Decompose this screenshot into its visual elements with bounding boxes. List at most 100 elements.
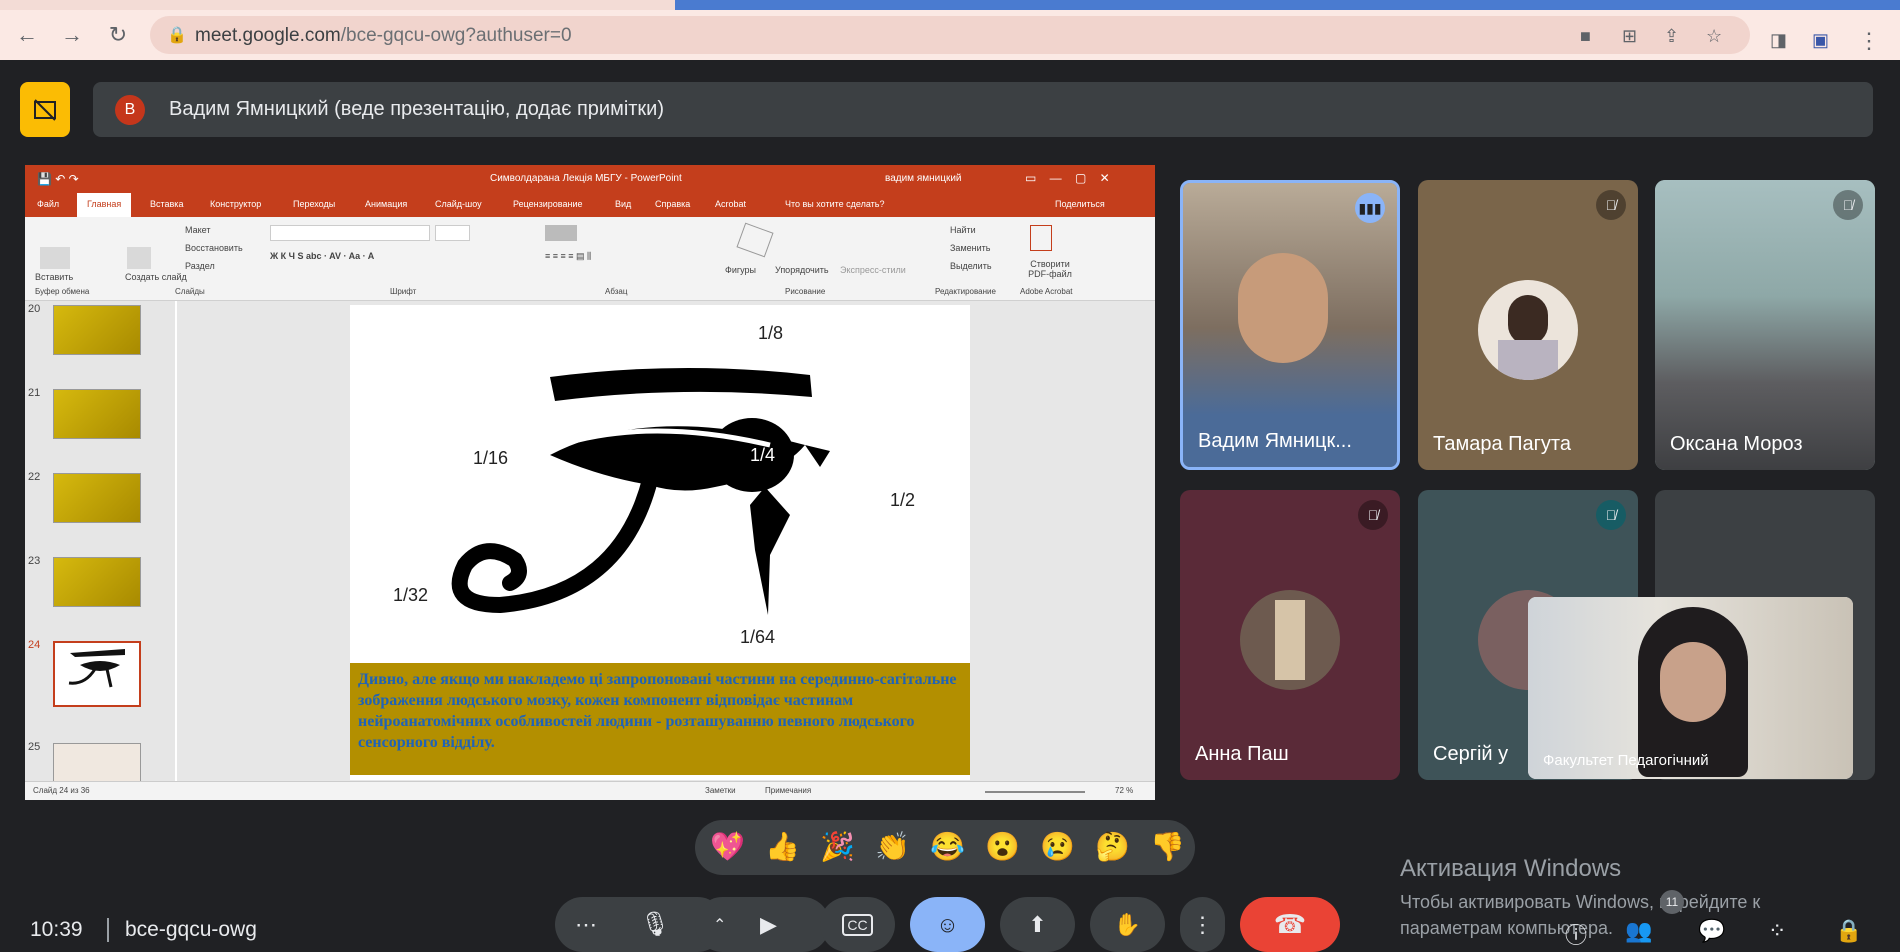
reaction-heart-button[interactable]: 💖 <box>710 830 745 863</box>
arrange-button[interactable]: Упорядочить <box>775 265 829 275</box>
reaction-sad-button[interactable]: 😢 <box>1040 830 1075 863</box>
emoji-button[interactable]: ☺ <box>910 897 985 952</box>
hangup-icon: ☎ <box>1273 909 1307 939</box>
camera-icon[interactable]: ■ <box>1580 26 1591 47</box>
back-icon[interactable]: ← <box>12 20 42 50</box>
captions-button[interactable]: CC <box>820 897 895 952</box>
new-slide-button[interactable]: Создать слайд <box>125 272 187 282</box>
url-text: meet.google.com/bce-gqcu-owg?authuser=0 <box>195 25 572 46</box>
reset-button[interactable]: Восстановить <box>185 243 243 253</box>
reaction-thumbsup-button[interactable]: 👍 <box>765 830 800 863</box>
participant-name: Вадим Ямницк... <box>1198 430 1352 452</box>
zoom-slider[interactable] <box>985 791 1085 793</box>
replace-button[interactable]: Заменить <box>950 243 990 253</box>
ppt-tab-active[interactable]: Главная <box>77 193 132 217</box>
translate-icon[interactable]: ⊞ <box>1622 26 1637 47</box>
ppt-tell-me[interactable]: Что вы хотите сделать? <box>785 199 885 209</box>
activities-icon[interactable]: ⁘ <box>1768 918 1786 944</box>
ppt-tab[interactable]: Анимация <box>365 199 407 209</box>
ppt-tab[interactable]: Вид <box>615 199 631 209</box>
participant-tile[interactable]: ▮▮▮ Вадим Ямницк... <box>1180 180 1400 470</box>
speaking-indicator-icon: ▮▮▮ <box>1355 193 1385 223</box>
ppt-tab[interactable]: Вставка <box>150 199 183 209</box>
quick-styles-button[interactable]: Экспресс-стили <box>840 265 906 275</box>
paragraph-buttons[interactable]: ≡ ≡ ≡ ≡ ▤ ⫼ <box>545 251 591 262</box>
video-camera-icon[interactable]: ▶︎ <box>760 912 777 938</box>
ppt-tab[interactable]: Рецензирование <box>513 199 583 209</box>
participant-tile[interactable]: 🎙̸ Тамара Пагута <box>1418 180 1638 470</box>
create-pdf-button[interactable]: Створити PDF-файл <box>1020 259 1080 279</box>
select-button[interactable]: Выделить <box>950 261 992 271</box>
mic-off-icon: 🎙̸ <box>1596 190 1626 220</box>
presentation-pin-button[interactable] <box>20 82 70 137</box>
ppt-tab[interactable]: Справка <box>655 199 690 209</box>
slide-caption: Дивно, але якщо ми накладемо ці запропон… <box>350 663 970 775</box>
host-controls-icon[interactable]: 🔒 <box>1835 918 1862 944</box>
slide-counter: Слайд 24 из 36 <box>33 786 90 795</box>
participant-name: Сергій у <box>1433 743 1509 765</box>
self-view[interactable]: Факультет Педагогічний <box>1528 597 1853 779</box>
paste-button[interactable]: Вставить <box>35 272 73 282</box>
ppt-tabs: Файл Главная Вставка Конструктор Переход… <box>25 193 1155 217</box>
reaction-clap-button[interactable]: 👏 <box>875 830 910 863</box>
ppt-tab[interactable]: Acrobat <box>715 199 746 209</box>
share-icon[interactable]: ⇪ <box>1664 26 1679 47</box>
ppt-ribbon: Вставить Создать слайд Макет Восстановит… <box>25 217 1155 301</box>
present-off-icon <box>34 98 56 121</box>
chevron-up-icon[interactable]: ⌃ <box>713 915 726 935</box>
font-select[interactable] <box>270 225 430 241</box>
reaction-party-button[interactable]: 🎉 <box>820 830 855 863</box>
bookmark-star-icon[interactable]: ☆ <box>1706 26 1722 47</box>
fraction-label: 1/64 <box>740 627 776 647</box>
ppt-tab[interactable]: Конструктор <box>210 199 261 209</box>
slide-thumbnail[interactable] <box>53 557 141 607</box>
notes-button[interactable]: Заметки <box>705 786 736 795</box>
hangup-button[interactable]: ☎ <box>1240 897 1340 952</box>
meeting-info-icon[interactable]: ⓘ <box>1565 918 1587 950</box>
presenter-avatar: B <box>115 95 145 125</box>
slide-thumbnail[interactable] <box>53 305 141 355</box>
slide-thumbnail[interactable] <box>53 389 141 439</box>
mic-off-icon: 🎙̸ <box>1358 500 1388 530</box>
ribbon-group-label: Абзац <box>605 287 628 296</box>
slide-thumbnail-active[interactable] <box>53 641 141 707</box>
ppt-tab[interactable]: Слайд-шоу <box>435 199 482 209</box>
layout-button[interactable]: Макет <box>185 225 210 235</box>
forward-icon[interactable]: → <box>57 20 87 50</box>
people-icon[interactable]: 👥 <box>1625 918 1652 944</box>
more-button[interactable]: ⋮ <box>1180 897 1225 952</box>
extension-icon[interactable]: ▣ <box>1812 30 1829 51</box>
clock: 10:39 <box>30 918 83 941</box>
ppt-user: вадим ямницкий <box>885 173 962 184</box>
section-button[interactable]: Раздел <box>185 261 215 271</box>
present-button[interactable]: ⬆︎ <box>1000 897 1075 952</box>
url-input[interactable]: 🔒 meet.google.com/bce-gqcu-owg?authuser=… <box>150 16 1750 54</box>
participant-tile[interactable]: 🎙̸ Оксана Мороз <box>1655 180 1875 470</box>
meeting-code: bce-gqcu-owg <box>125 918 257 941</box>
reaction-thumbsdown-button[interactable]: 👎 <box>1150 830 1185 863</box>
font-format-buttons[interactable]: Ж К Ч S abc · AV · Aa · A <box>270 251 374 261</box>
participant-tile[interactable]: 🎙̸ Анна Паш <box>1180 490 1400 780</box>
microphone-icon[interactable]: 🎙 <box>640 910 670 939</box>
more-vert-icon: ⋮ <box>1191 911 1214 937</box>
ellipsis-icon[interactable]: ⋯ <box>575 912 597 938</box>
reaction-laugh-button[interactable]: 😂 <box>930 830 965 863</box>
reaction-thinking-button[interactable]: 🤔 <box>1095 830 1130 863</box>
ppt-share[interactable]: Поделиться <box>1055 199 1105 209</box>
reaction-surprised-button[interactable]: 😮 <box>985 830 1020 863</box>
font-size-select[interactable] <box>435 225 470 241</box>
reactions-bar: 💖 👍 🎉 👏 😂 😮 😢 🤔 👎 <box>695 820 1195 875</box>
sidepanel-icon[interactable]: ◨ <box>1770 30 1787 51</box>
ppt-tab[interactable]: Переходы <box>293 199 335 209</box>
ppt-tab[interactable]: Файл <box>37 199 59 209</box>
find-button[interactable]: Найти <box>950 225 976 235</box>
comments-button[interactable]: Примечания <box>765 786 811 795</box>
reload-icon[interactable]: ↻ <box>103 20 133 50</box>
shapes-button[interactable]: Фигуры <box>725 265 756 275</box>
slide-thumbnail[interactable] <box>53 473 141 523</box>
fraction-label: 1/16 <box>473 448 509 468</box>
menu-icon[interactable]: ⋮ <box>1858 28 1880 54</box>
participant-avatar <box>1240 590 1340 690</box>
raise-hand-button[interactable]: ✋ <box>1090 897 1165 952</box>
chat-icon[interactable]: 💬 <box>1698 918 1725 944</box>
